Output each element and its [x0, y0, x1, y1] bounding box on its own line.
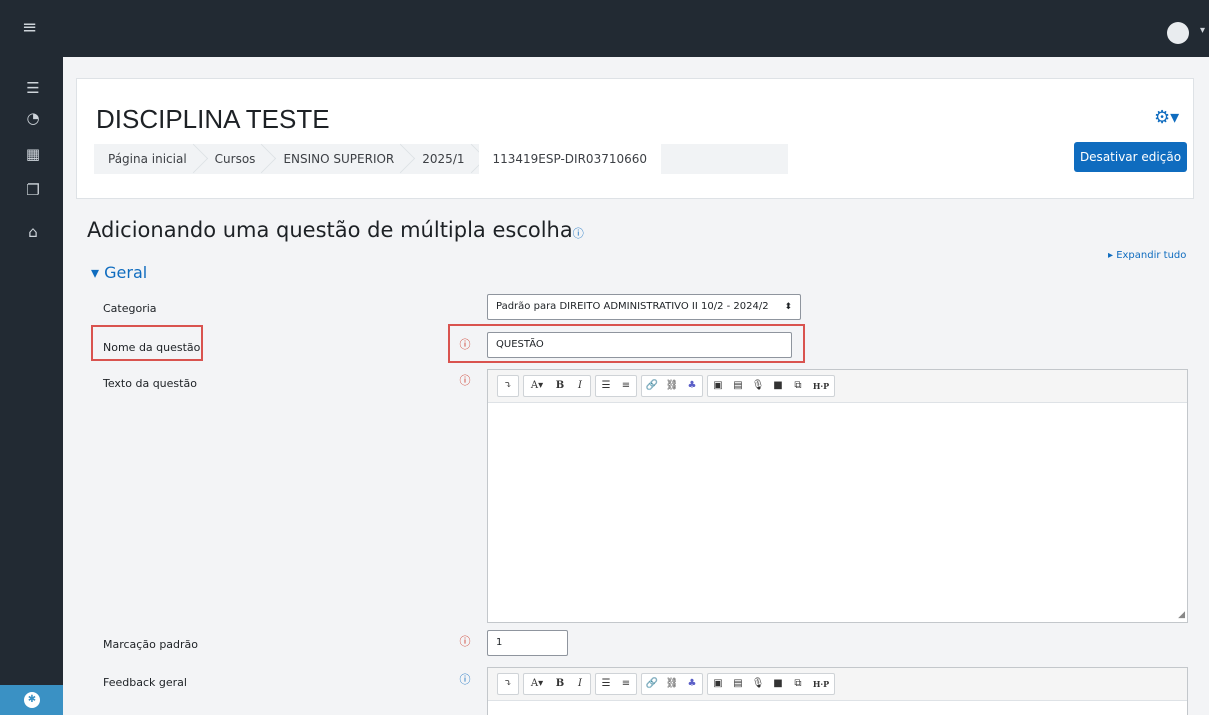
question-text-editor[interactable]: ⤵ A▾ B I ☰ ≡ 🔗 ⛓ ♣ ▣ ▤ 🎙 ■ ⧉ H·P ◢ [487, 369, 1188, 623]
expand-all-link[interactable]: ▸ Expandir tudo [1108, 250, 1186, 261]
default-mark-label: Marcação padrão [103, 638, 199, 651]
toolbar-unlink-button[interactable]: ⛓ [662, 674, 682, 694]
editor-toolbar: ⤵ A▾ B I ☰ ≡ 🔗 ⛓ ♣ ▣ ▤ 🎙 ■ ⧉ H·P [488, 370, 1187, 403]
toolbar-style-button[interactable]: A▾ [524, 376, 550, 396]
toolbar-record-audio-button[interactable]: 🎙 [748, 376, 768, 396]
required-icon: ⓘ [459, 338, 471, 351]
section-general-title: Geral [104, 263, 148, 282]
category-select-value: Padrão para DIREITO ADMINISTRATIVO II 10… [496, 301, 769, 312]
toolbar-manage-files-button[interactable]: ⧉ [788, 376, 808, 396]
breadcrumb: Página inicial Cursos ENSINO SUPERIOR 20… [94, 144, 788, 174]
top-navbar: ≡ ▾ [0, 0, 1209, 57]
toolbar-manage-files-button[interactable]: ⧉ [788, 674, 808, 694]
toolbar-record-audio-button[interactable]: 🎙 [748, 674, 768, 694]
toolbar-ordered-list-button[interactable]: ≡ [616, 376, 636, 396]
toolbar-ordered-list-button[interactable]: ≡ [616, 674, 636, 694]
accessibility-icon: ✱ [24, 692, 40, 708]
breadcrumb-term[interactable]: 2025/1 [408, 144, 478, 174]
page-title-text: Adicionando uma questão de múltipla esco… [87, 218, 573, 242]
default-mark-input[interactable]: 1 [487, 630, 568, 656]
accessibility-button[interactable]: ✱ [0, 685, 63, 715]
toolbar-bold-button[interactable]: B [550, 674, 570, 694]
course-header: DISCIPLINA TESTE ⚙▾ Página inicial Curso… [76, 78, 1194, 199]
files-icon[interactable]: ❐ [24, 181, 42, 199]
toolbar-media-button[interactable]: ▤ [728, 674, 748, 694]
toolbar-image-button[interactable]: ▣ [708, 376, 728, 396]
toolbar-style-button[interactable]: A▾ [524, 674, 550, 694]
left-sidebar: ☰ ◔ ▦ ❐ ⌂ ✱ [0, 57, 63, 715]
toolbar-unordered-list-button[interactable]: ☰ [596, 376, 616, 396]
help-icon[interactable]: ⓘ [573, 227, 584, 240]
calendar-icon[interactable]: ▦ [24, 145, 42, 163]
breadcrumb-course-code[interactable]: 113419ESP-DIR03710660 [478, 144, 662, 174]
resize-handle[interactable]: ◢ [1178, 610, 1185, 620]
category-label: Categoria [103, 302, 157, 315]
toolbar-h5p-button[interactable]: H·P [808, 674, 834, 694]
general-feedback-label: Feedback geral [103, 676, 187, 689]
required-icon: ⓘ [459, 374, 471, 387]
toolbar-record-video-button[interactable]: ■ [768, 674, 788, 694]
chevron-down-icon: ▾ [91, 263, 105, 282]
question-name-label: Nome da questão [103, 341, 201, 354]
required-icon: ⓘ [459, 635, 471, 648]
general-feedback-editor[interactable]: ⤵ A▾ B I ☰ ≡ 🔗 ⛓ ♣ ▣ ▤ 🎙 ■ ⧉ H·P [487, 667, 1188, 715]
toolbar-unordered-list-button[interactable]: ☰ [596, 674, 616, 694]
breadcrumb-courses[interactable]: Cursos [201, 144, 270, 174]
editor-toolbar: ⤵ A▾ B I ☰ ≡ 🔗 ⛓ ♣ ▣ ▤ 🎙 ■ ⧉ H·P [488, 668, 1187, 701]
toolbar-bold-button[interactable]: B [550, 376, 570, 396]
toolbar-teams-button[interactable]: ♣ [682, 376, 702, 396]
toolbar-collapse-button[interactable]: ⤵ [498, 376, 518, 396]
help-icon[interactable]: ⓘ [459, 674, 471, 686]
select-caret-icon: ⬍ [784, 302, 792, 312]
question-name-input[interactable]: QUESTÃO [487, 332, 792, 358]
graduation-cap-icon[interactable]: ⌂ [24, 223, 42, 241]
toolbar-record-video-button[interactable]: ■ [768, 376, 788, 396]
toolbar-image-button[interactable]: ▣ [708, 674, 728, 694]
avatar[interactable] [1167, 22, 1189, 44]
toggle-edit-button[interactable]: Desativar edição [1074, 142, 1187, 172]
toolbar-italic-button[interactable]: I [570, 674, 590, 694]
page-title: Adicionando uma questão de múltipla esco… [87, 218, 584, 242]
toolbar-unlink-button[interactable]: ⛓ [662, 376, 682, 396]
toolbar-link-button[interactable]: 🔗 [642, 674, 662, 694]
toolbar-h5p-button[interactable]: H·P [808, 376, 834, 396]
section-general-toggle[interactable]: ▾ Geral [91, 263, 147, 282]
course-title: DISCIPLINA TESTE [96, 104, 330, 134]
category-select[interactable]: Padrão para DIREITO ADMINISTRATIVO II 10… [487, 294, 801, 320]
toolbar-link-button[interactable]: 🔗 [642, 376, 662, 396]
list-icon[interactable]: ☰ [24, 79, 42, 97]
breadcrumb-ensino-superior[interactable]: ENSINO SUPERIOR [269, 144, 408, 174]
dashboard-icon[interactable]: ◔ [24, 109, 42, 127]
breadcrumb-home[interactable]: Página inicial [94, 144, 201, 174]
question-text-label: Texto da questão [103, 377, 197, 390]
toolbar-italic-button[interactable]: I [570, 376, 590, 396]
toolbar-teams-button[interactable]: ♣ [682, 674, 702, 694]
toolbar-collapse-button[interactable]: ⤵ [498, 674, 518, 694]
gear-icon[interactable]: ⚙▾ [1154, 107, 1179, 128]
toolbar-media-button[interactable]: ▤ [728, 376, 748, 396]
hamburger-icon[interactable]: ≡ [22, 18, 37, 38]
chevron-down-icon[interactable]: ▾ [1200, 25, 1205, 36]
